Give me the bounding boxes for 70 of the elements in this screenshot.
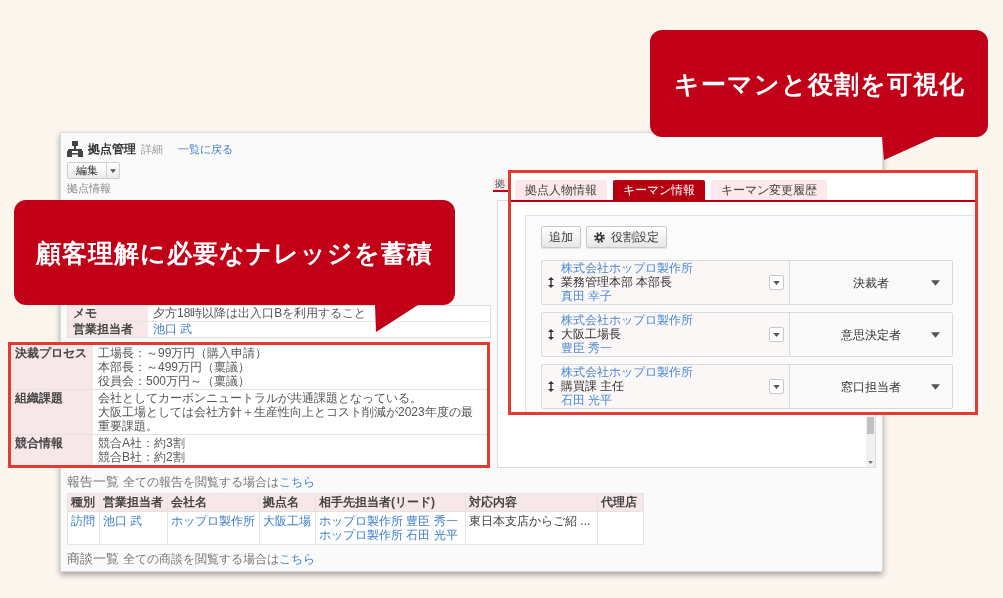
company-link[interactable]: 株式会社ホップロ製作所 — [561, 366, 693, 379]
gear-icon — [594, 231, 605, 243]
section-note: 全ての報告を閲覧する場合はこちら — [123, 475, 315, 489]
section-title: 拠点情報 — [67, 181, 111, 195]
add-button[interactable]: 追加 — [541, 226, 581, 248]
column-header: 相手先担当者(リード) — [315, 493, 466, 512]
dropdown-button[interactable] — [769, 327, 784, 342]
person-link[interactable]: 真田 幸子 — [561, 289, 613, 303]
field-label: 競合情報 — [11, 435, 93, 465]
job-title: 購買課 主任 — [561, 379, 625, 393]
column-header: 代理店 — [597, 493, 644, 512]
caret-icon — [931, 279, 940, 286]
callout-text: 顧客理解に必要なナレッジを蓄積 — [36, 237, 433, 269]
caret-icon — [110, 168, 116, 173]
person-link[interactable]: 石田 光平 — [561, 393, 613, 407]
field-value: 工場長：～99万円（購入申請） 本部長：～499万円（稟議） 役員会：500万円～（稟議） — [97, 345, 269, 389]
caret-icon — [773, 332, 780, 337]
scroll-down-arrow-icon[interactable] — [868, 461, 873, 464]
field-value: 夕方18時以降は出入口Bを利用すること — [152, 306, 368, 321]
table-link[interactable]: ホップロ製作所 豊臣 秀一 — [319, 514, 458, 528]
caret-icon — [931, 331, 940, 338]
field-label: メモ — [68, 306, 148, 321]
tab[interactable]: 拠 — [493, 178, 507, 190]
section-note: 全ての商談を閲覧する場合はこちら — [123, 552, 315, 566]
role-settings-button[interactable]: 役割設定 — [586, 226, 667, 248]
column-header: 対応内容 — [465, 493, 598, 512]
caret-icon — [931, 383, 940, 390]
edit-button[interactable]: 編集 — [67, 162, 107, 179]
up-down-arrow-icon[interactable] — [548, 329, 554, 340]
view-all-link[interactable]: こちら — [279, 475, 315, 489]
tab[interactable]: 拠点人物情報 — [515, 180, 607, 200]
caret-icon — [773, 280, 780, 285]
role-select[interactable]: 意思決定者 — [789, 313, 952, 356]
tab[interactable]: キーマン情報 — [613, 180, 705, 200]
section-title: 商談一覧 — [67, 551, 119, 566]
dropdown-button[interactable] — [107, 162, 120, 179]
field-value: 競合A社：約3割 競合B社：約2割 — [97, 435, 186, 465]
company-link[interactable]: 株式会社ホップロ製作所 — [561, 314, 693, 327]
tab[interactable]: キーマン変更履歴 — [711, 180, 827, 200]
caret-icon — [773, 384, 780, 389]
dropdown-button[interactable] — [769, 379, 784, 394]
field-label: 組織課題 — [11, 390, 93, 434]
dropdown-button[interactable] — [769, 275, 784, 290]
company-link[interactable]: 株式会社ホップロ製作所 — [561, 262, 693, 275]
role-select[interactable]: 窓口担当者 — [789, 365, 952, 408]
back-link[interactable]: 一覧に戻る — [178, 142, 233, 156]
field-link[interactable]: 池口 武 — [148, 322, 198, 337]
section-title: 報告一覧 — [67, 474, 119, 489]
up-down-arrow-icon[interactable] — [548, 277, 554, 288]
job-title: 業務管理本部 本部長 — [561, 275, 673, 289]
scrollbar[interactable] — [866, 416, 875, 467]
page-title: 拠点管理 — [88, 141, 136, 157]
field-label: 営業担当者 — [68, 322, 148, 337]
column-header: 会社名 — [167, 493, 260, 512]
person-link[interactable]: 豊臣 秀一 — [561, 341, 613, 355]
column-header: 拠点名 — [259, 493, 316, 512]
page-subtitle: 詳細 — [141, 142, 163, 156]
view-all-link[interactable]: こちら — [279, 552, 315, 566]
role-select[interactable]: 決裁者 — [789, 261, 952, 304]
scrollbar-thumb[interactable] — [867, 417, 874, 434]
org-chart-icon — [67, 141, 83, 157]
table-link[interactable]: ホップロ製作所 石田 光平 — [319, 528, 458, 542]
column-header: 営業担当者 — [99, 493, 168, 512]
field-label: 決裁プロセス — [11, 345, 93, 389]
field-value: 会社としてカーボンニュートラルが共通課題となっている。 大阪工場としては会社方針＋生産性向上とコスト削減が2023年度の最重要課題。 — [97, 390, 474, 434]
table-cell: 東日本支店からご紹 ... — [465, 511, 598, 545]
job-title: 大阪工場長 — [561, 327, 621, 341]
up-down-arrow-icon[interactable] — [548, 381, 554, 392]
callout-text: キーマンと役割を可視化 — [673, 68, 965, 100]
column-header: 種別 — [67, 493, 100, 512]
